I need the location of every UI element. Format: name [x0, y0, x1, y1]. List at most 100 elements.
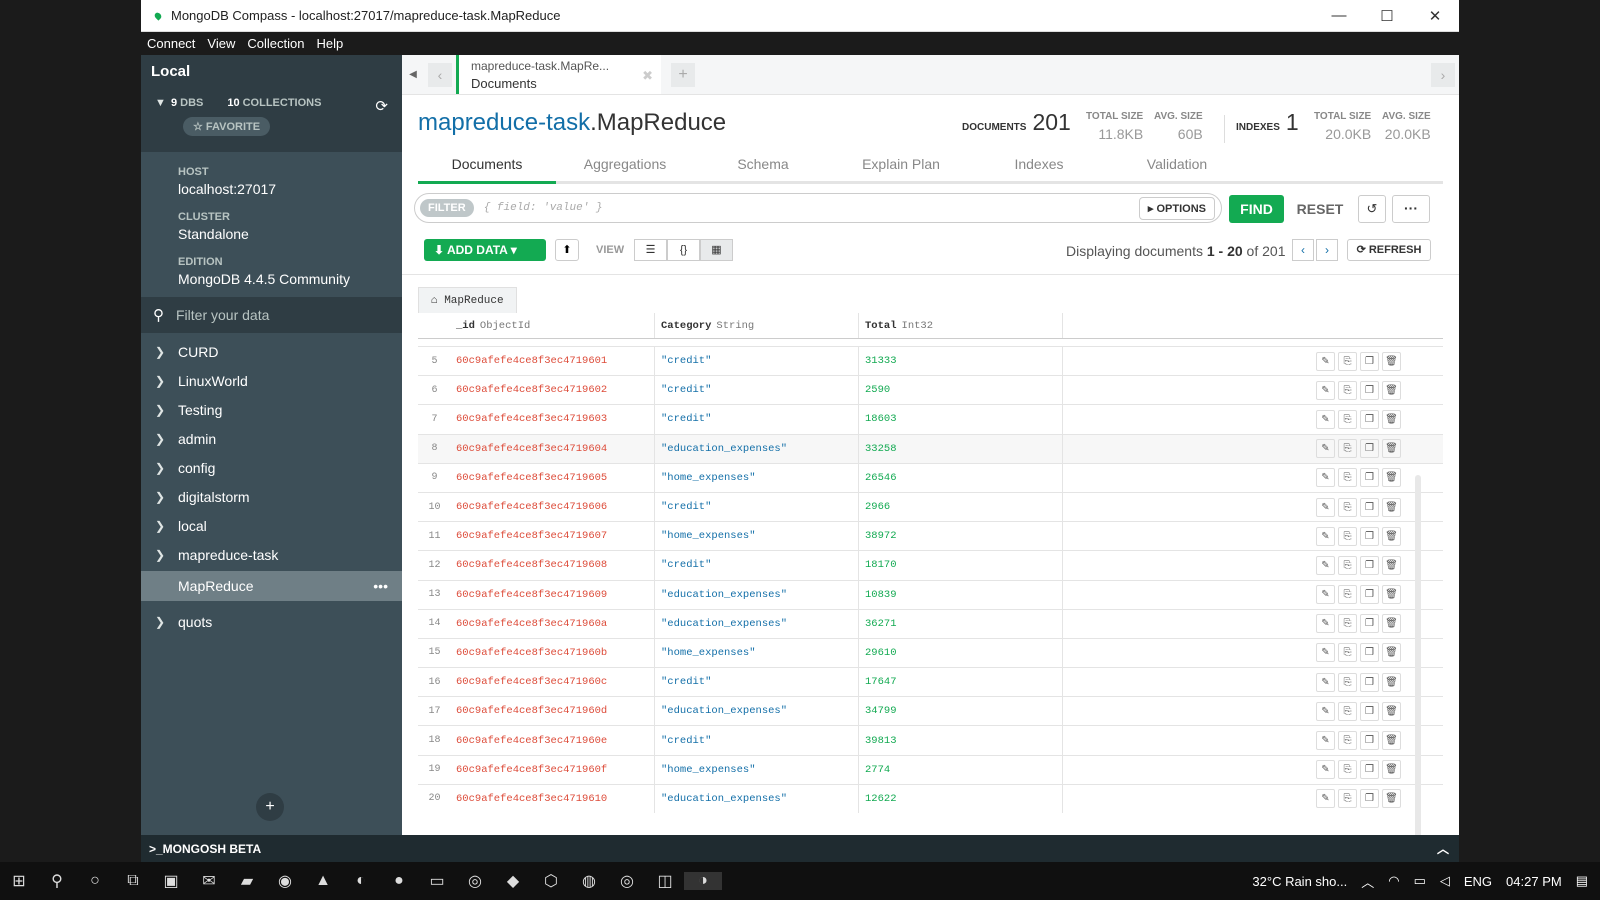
column-header[interactable]: Category String [655, 313, 859, 338]
copy-icon[interactable]: ⎘ [1338, 760, 1357, 780]
tab-indexes[interactable]: Indexes [970, 146, 1108, 184]
clone-icon[interactable]: ❐ [1360, 409, 1379, 429]
cell-category[interactable]: "home_expenses" [655, 522, 859, 551]
table-row[interactable]: 11 60c9afefe4ce8f3ec4719607 "home_expenses… [418, 522, 1443, 552]
table-view-icon[interactable]: ▦ [700, 239, 733, 261]
copy-icon[interactable]: ⎘ [1338, 585, 1357, 605]
cell-category[interactable]: "home_expenses" [655, 755, 859, 784]
delete-icon[interactable]: 🗑 [1382, 526, 1401, 546]
table-row[interactable]: 14 60c9afefe4ce8f3ec471960a "education_exp… [418, 609, 1443, 639]
table-row[interactable]: 16 60c9afefe4ce8f3ec471960c "credit" 17647 ✎… [418, 668, 1443, 698]
delete-icon[interactable]: 🗑 [1382, 643, 1401, 663]
table-row[interactable]: 6 60c9afefe4ce8f3ec4719602 "credit" 2590 ✎ ⎘ ❐… [418, 376, 1443, 406]
table-row[interactable]: 15 60c9afefe4ce8f3ec471960b "home_expenses… [418, 638, 1443, 669]
cell-category[interactable]: "credit" [655, 376, 859, 405]
maximize-button[interactable]: ☐ [1363, 7, 1411, 25]
notifications-icon[interactable]: ▤ [1576, 873, 1588, 889]
table-row[interactable]: 13 60c9afefe4ce8f3ec4719609 "education_exp… [418, 580, 1443, 610]
cell-category[interactable]: "education_expenses" [655, 434, 859, 463]
delete-icon[interactable]: 🗑 [1382, 497, 1401, 517]
spotify-icon[interactable]: ● [380, 872, 418, 890]
edit-icon[interactable]: ✎ [1316, 497, 1335, 517]
table-row[interactable]: 12 60c9afefe4ce8f3ec4719608 "credit" 18170 ✎… [418, 551, 1443, 581]
column-header[interactable]: Total Int32 [859, 313, 1063, 338]
cell-total[interactable]: 36271 [859, 609, 1063, 638]
next-page-icon[interactable]: › [1316, 239, 1338, 261]
cell-total[interactable]: 18170 [859, 551, 1063, 580]
cell-total[interactable]: 39813 [859, 726, 1063, 755]
cell-category[interactable]: "home_expenses" [655, 463, 859, 492]
cell-id[interactable]: 60c9afefe4ce8f3ec4719601 [451, 347, 655, 376]
add-data-button[interactable]: ⬇ ADD DATA ▾ [424, 239, 546, 261]
cell-category[interactable]: "credit" [655, 668, 859, 697]
close-tab-icon[interactable]: ✖ [642, 68, 653, 84]
more-options-icon[interactable]: ··· [1392, 195, 1430, 223]
delete-icon[interactable]: 🗑 [1382, 468, 1401, 488]
cell-category[interactable]: "credit" [655, 492, 859, 522]
edit-icon[interactable]: ✎ [1316, 468, 1335, 488]
clone-icon[interactable]: ❐ [1360, 555, 1379, 575]
database-item-linuxworld[interactable]: ❯ LinuxWorld [141, 366, 402, 395]
delete-icon[interactable]: 🗑 [1382, 789, 1401, 809]
tab-explain-plan[interactable]: Explain Plan [832, 146, 970, 184]
favorite-button[interactable]: ☆ FAVORITE [183, 117, 271, 136]
list-view-icon[interactable]: ☰ [634, 239, 667, 261]
edit-icon[interactable]: ✎ [1316, 585, 1335, 605]
vertical-scrollbar[interactable] [1415, 475, 1421, 855]
cell-total[interactable]: 2590 [859, 376, 1063, 405]
edit-icon[interactable]: ✎ [1316, 409, 1335, 429]
cell-category[interactable]: "education_expenses" [655, 580, 859, 609]
cell-id[interactable]: 60c9afefe4ce8f3ec4719610 [451, 784, 655, 813]
copy-icon[interactable]: ⎘ [1338, 468, 1357, 488]
cell-id[interactable]: 60c9afefe4ce8f3ec4719609 [451, 580, 655, 609]
edit-icon[interactable]: ✎ [1316, 701, 1335, 721]
cell-id[interactable]: 60c9afefe4ce8f3ec4719604 [451, 434, 655, 463]
delete-icon[interactable]: 🗑 [1382, 351, 1401, 371]
options-button[interactable]: ▸ OPTIONS [1138, 196, 1215, 220]
cell-id[interactable]: 60c9afefe4ce8f3ec4719605 [451, 463, 655, 492]
export-icon[interactable]: ⬆ [555, 239, 579, 261]
tray-chevron-icon[interactable]: ︿ [1361, 872, 1374, 891]
chrome-icon[interactable]: ◎ [608, 871, 646, 891]
edit-icon[interactable]: ✎ [1316, 789, 1335, 809]
edit-icon[interactable]: ✎ [1316, 643, 1335, 663]
clone-icon[interactable]: ❐ [1360, 380, 1379, 400]
virtualbox-icon[interactable]: ⬡ [532, 871, 570, 891]
cell-total[interactable]: 31333 [859, 347, 1063, 376]
tab-schema[interactable]: Schema [694, 146, 832, 184]
table-row[interactable]: 18 60c9afefe4ce8f3ec471960e "credit" 39813 ✎… [418, 726, 1443, 756]
tab-validation[interactable]: Validation [1108, 146, 1246, 184]
edit-icon[interactable]: ✎ [1316, 760, 1335, 780]
edge-icon[interactable]: ◐ [342, 872, 380, 890]
minimize-button[interactable]: — [1315, 7, 1363, 24]
cell-total[interactable]: 12622 [859, 784, 1063, 813]
sidebar-filter[interactable]: ⚲ Filter your data [141, 297, 402, 333]
refresh-documents-button[interactable]: ⟳ REFRESH [1347, 239, 1431, 261]
copy-icon[interactable]: ⎘ [1338, 439, 1357, 459]
edit-icon[interactable]: ✎ [1316, 526, 1335, 546]
delete-icon[interactable]: 🗑 [1382, 555, 1401, 575]
table-row[interactable]: 7 60c9afefe4ce8f3ec4719603 "credit" 18603 ✎ ⎘… [418, 405, 1443, 435]
delete-icon[interactable]: 🗑 [1382, 760, 1401, 780]
cell-id[interactable]: 60c9afefe4ce8f3ec471960c [451, 668, 655, 697]
cell-id[interactable]: 60c9afefe4ce8f3ec4719607 [451, 522, 655, 551]
clone-icon[interactable]: ❐ [1360, 760, 1379, 780]
copy-icon[interactable]: ⎘ [1338, 409, 1357, 429]
clone-icon[interactable]: ❐ [1360, 526, 1379, 546]
chevron-up-icon[interactable]: ︿ [1437, 840, 1449, 857]
edit-icon[interactable]: ✎ [1316, 351, 1335, 371]
search-icon[interactable]: ⚲ [38, 871, 76, 891]
cell-total[interactable]: 18603 [859, 405, 1063, 434]
copy-icon[interactable]: ⎘ [1338, 789, 1357, 809]
cell-id[interactable]: 60c9afefe4ce8f3ec4719603 [451, 405, 655, 434]
battery-icon[interactable]: ▭ [1414, 873, 1426, 889]
database-item-config[interactable]: ❯ config [141, 453, 402, 482]
delete-icon[interactable]: 🗑 [1382, 585, 1401, 605]
cell-id[interactable]: 60c9afefe4ce8f3ec4719606 [451, 492, 655, 522]
edit-icon[interactable]: ✎ [1316, 555, 1335, 575]
namespace-db[interactable]: mapreduce-task [418, 109, 590, 136]
cell-total[interactable]: 29610 [859, 638, 1063, 668]
cell-total[interactable]: 26546 [859, 463, 1063, 492]
clone-icon[interactable]: ❐ [1360, 789, 1379, 809]
database-item-testing[interactable]: ❯ Testing [141, 395, 402, 424]
